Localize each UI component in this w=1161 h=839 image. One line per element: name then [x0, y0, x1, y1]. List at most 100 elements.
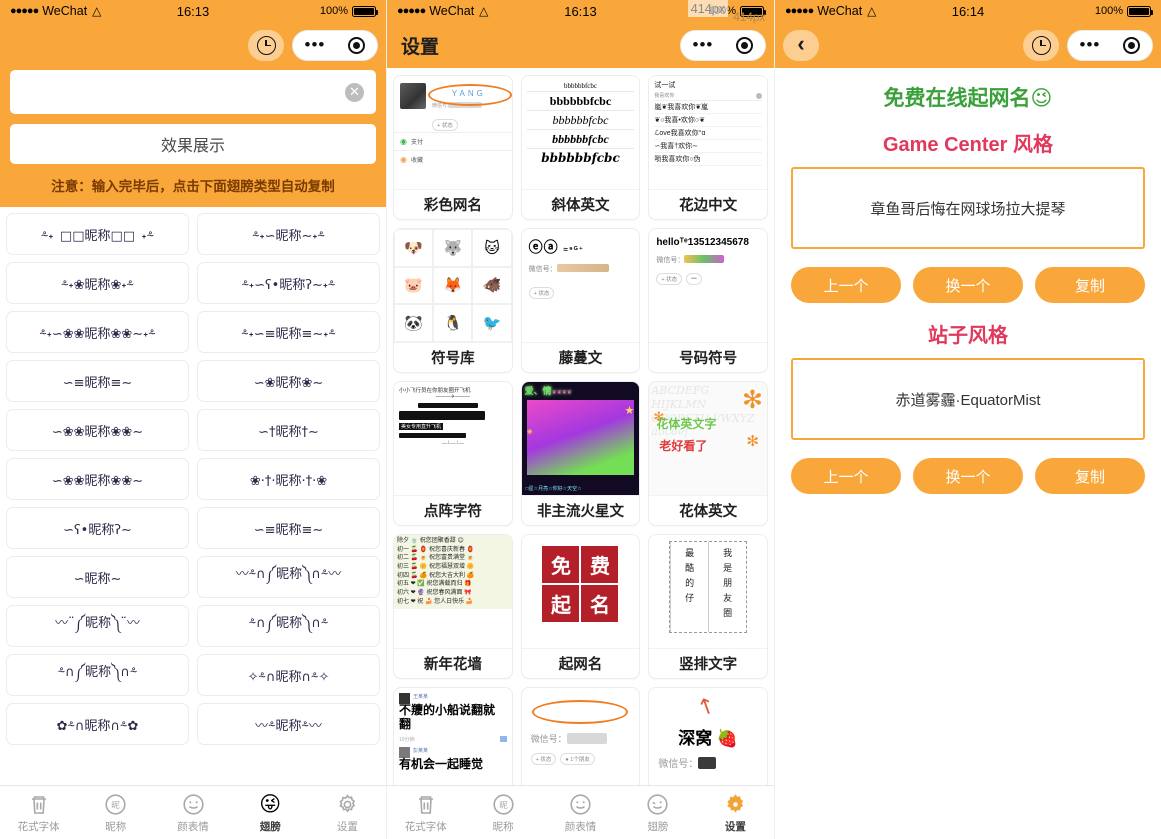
style-section-heading: Game Center 风格 [882, 134, 1054, 156]
style-card[interactable]: 最酷的仔 我是朋友圈竖排文字 [648, 534, 768, 679]
style-card-label: 符号库 [394, 342, 512, 372]
style-card[interactable]: 爱、情❦❦❦❦ ★ ❀ □星☆月亮☆你好☆天空☆ 非主流火星文 [520, 381, 641, 526]
tab-trash[interactable]: 花式字体 [387, 791, 464, 834]
nickname-option[interactable]: ∽≡昵称≡∼ [6, 360, 189, 402]
symbol-cell[interactable]: 🐗 [472, 266, 512, 305]
emoji-grid-thumbnail: 🐶 🐺 🐱 🐷 🦊 🐗 🐼 🐧 🐦 [394, 229, 512, 342]
gear-icon [724, 791, 747, 817]
style-card[interactable]: YANG 微信号: + 状态 ◉ 支付 ◉ 收藏 彩色网名 [393, 75, 513, 220]
tab-nickname[interactable]: 昵昵称 [77, 791, 154, 834]
copy-button[interactable]: 复制 [1035, 267, 1145, 303]
style-card[interactable]: 🐶 🐺 🐱 🐷 🦊 🐗 🐼 🐧 🐦 符号库 [393, 228, 513, 373]
nickname-option[interactable]: ∽†昵称†∼ [197, 409, 380, 451]
symbol-cell[interactable]: 🐱 [472, 229, 512, 267]
battery-percent-label: 100% [319, 5, 348, 17]
previous-button[interactable]: 上一个 [791, 458, 901, 494]
nickname-grid: ⸛˖ □□昵称□□ ˖⸛ ⸛˖∽昵称∼˖⸛ ⸛˖❀昵称❀˖⸛ ⸛˖∽ʕ•昵称ʔ∼˖⸛ ⸛… [6, 213, 380, 745]
wechat-capsule-left[interactable]: ••• [292, 29, 378, 61]
style-card[interactable]: ⓔⓐ ≈⁹ᴳ⁺ 微信号： + 状态 藤蔓文 [520, 228, 641, 373]
generator-body: 免费在线起网名😉 Game Center 风格 章鱼哥后悔在网球场拉大提琴 上一个换… [775, 68, 1161, 494]
nickname-option[interactable]: ∽≡昵称≡∼ [197, 507, 380, 549]
middle-phone-screen: ●●●●● WeChat △ 16:13 414px 100% 414px 设置… [387, 0, 775, 839]
tab-wink[interactable]: 😜 翅膀 [232, 791, 309, 834]
nickname-option[interactable]: 〰⸛昵称⸛〰 [197, 703, 380, 745]
nickname-option[interactable]: ∽ʕ•昵称ʔ∼ [6, 507, 189, 549]
nickname-option[interactable]: ⸛˖∽ʕ•昵称ʔ∼˖⸛ [197, 262, 380, 304]
target-icon[interactable] [348, 36, 366, 54]
symbol-cell[interactable]: 🐼 [394, 304, 434, 342]
tab-smiley[interactable]: 颜表情 [154, 791, 231, 834]
nickname-option[interactable]: ✧⸛∩昵称∩⸛✧ [197, 654, 380, 696]
nickname-option[interactable]: ⸛˖❀昵称❀˖⸛ [6, 262, 189, 304]
nickname-option[interactable]: ⸛∩༼昵称༽∩⸛ [197, 605, 380, 647]
nickname-option[interactable]: ∽❀❀昵称❀❀∼ [6, 409, 189, 451]
status-chip: + 状态 [656, 273, 683, 285]
target-icon[interactable] [1123, 36, 1141, 54]
tab-trash[interactable]: 花式字体 [0, 791, 77, 834]
tab-nickname[interactable]: 昵昵称 [464, 791, 541, 834]
nickname-option[interactable]: ∽❀昵称❀∼ [197, 360, 380, 402]
nickname-option[interactable]: 〰¨༼昵称༽¨〰 [6, 605, 189, 647]
style-card[interactable]: 试一试 我喜欢你 嵐❦我喜欢你❦嵐 ❦○我喜•欢你○❦ ℒove我喜欢你°ɑ ∽我喜†欢你… [648, 75, 768, 220]
wechat-capsule-mid[interactable]: ••• [680, 29, 766, 61]
nickname-option[interactable]: ⸛∩༼昵称༽∩⸛ [6, 654, 189, 696]
symbol-cell[interactable]: 🐧 [433, 304, 473, 342]
flower-english-thumbnail: ABCDEFG HIJKLMN OPQRSTU VWXYZ abcdef 花体英文… [649, 382, 767, 495]
nickname-option[interactable]: 〰⸛∩༼昵称༽∩⸛〰 [197, 556, 380, 598]
nickname-option[interactable]: ∽昵称∼ [6, 556, 189, 598]
nickname-option[interactable]: ⸛˖∽❀❀昵称❀❀∼˖⸛ [6, 311, 189, 353]
status-left-group-mid: ●●●●● WeChat △ [397, 4, 488, 18]
symbol-cell[interactable]: 🐺 [433, 229, 473, 267]
previous-button[interactable]: 上一个 [791, 267, 901, 303]
signal-dots-icon: ●●●●● [785, 5, 814, 17]
nickname-option[interactable]: ❀·†·昵称·†·❀ [197, 458, 380, 500]
generated-name-box: 赤道雾霾·EquatorMist [791, 358, 1145, 440]
preview-button[interactable]: 效果展示 [10, 124, 376, 164]
nickname-option[interactable]: ∽❀❀昵称❀❀∼ [6, 458, 189, 500]
symbol-cell[interactable]: 🐦 [472, 304, 512, 342]
shuffle-button[interactable]: 换一个 [913, 458, 1023, 494]
tab-gear[interactable]: 设置 [697, 791, 774, 834]
tab-wink[interactable]: 翅膀 [619, 791, 696, 834]
status-left-group: ●●●●● WeChat △ [10, 4, 101, 18]
newyear-line: 初四 🍒 🍊 祝您大吉大利 🍊 [397, 572, 475, 579]
symbol-cell[interactable]: 🐶 [394, 229, 434, 267]
lace-line: ❦○我喜•欢你○❦ [654, 114, 762, 127]
symbol-cell[interactable]: 🐷 [394, 266, 434, 305]
target-icon[interactable] [736, 36, 754, 54]
style-card[interactable]: 小小飞行员在你朋友圈开飞机 ———✈——— 美女专用直升飞机 —┴—┴— 点阵字符 [393, 381, 513, 526]
friend-chip: ● 1个朋友 [560, 753, 595, 765]
carrier-label: WeChat [817, 4, 863, 18]
nickname-option[interactable]: ✿⸛∩昵称∩⸛✿ [6, 703, 189, 745]
signal-dots-icon: ●●●●● [397, 5, 426, 17]
more-dots-icon[interactable]: ••• [693, 36, 714, 53]
more-dots-icon[interactable]: ••• [305, 36, 326, 53]
nickname-option[interactable]: ⸛˖∽≡昵称≡∼˖⸛ [197, 311, 380, 353]
nickname-option[interactable]: ⸛˖∽昵称∼˖⸛ [197, 213, 380, 255]
symbol-cell[interactable]: 🦊 [433, 266, 473, 305]
clock-button-left[interactable] [248, 29, 284, 61]
carrier-label: WeChat [429, 4, 475, 18]
more-dots-icon[interactable]: ••• [1080, 36, 1101, 53]
style-card[interactable]: bbbbbbfcbc bbbbbbfcbc bbbbbbfcbc bbbbbbfcbc… [520, 75, 641, 220]
style-card[interactable]: helloᵀᵉ13512345678 微信号： + 状态 ••• 号码符号 [648, 228, 768, 373]
style-card[interactable]: 免费起名起网名 [520, 534, 641, 679]
wechat-capsule-right[interactable]: ••• [1067, 29, 1153, 61]
dot-matrix-preview: 小小飞行员在你朋友圈开飞机 ———✈——— 美女专用直升飞机 —┴—┴— [394, 382, 512, 451]
clear-icon[interactable]: ✕ [345, 82, 364, 102]
shuffle-button[interactable]: 换一个 [913, 267, 1023, 303]
tab-gear[interactable]: 设置 [309, 791, 386, 834]
nickname-input-wrapper[interactable]: ✕ [10, 70, 376, 114]
tab-smiley[interactable]: 颜表情 [542, 791, 619, 834]
nickname-option[interactable]: ⸛˖ □□昵称□□ ˖⸛ [6, 213, 189, 255]
lace-sample-list: 试一试 我喜欢你 嵐❦我喜欢你❦嵐 ❦○我喜•欢你○❦ ℒove我喜欢你°ɑ ∽我喜†欢你… [649, 76, 767, 170]
style-card[interactable]: 除夕 🍵 祝您团聚香甜 😊 初一 🍒 🏮 祝您喜庆新春 🏮 初二 🍒 🍺 祝您富贵满… [393, 534, 513, 679]
generator-title: 免费在线起网名😉 [883, 87, 1053, 110]
vertical-column: 最酷的仔 [670, 542, 708, 632]
nav-bar-right: ‹ ••• [775, 22, 1161, 68]
style-card[interactable]: ABCDEFG HIJKLMN OPQRSTU VWXYZ abcdef 花体英文… [648, 381, 768, 526]
tab-label: 翅膀 [647, 821, 669, 833]
back-button[interactable]: ‹ [783, 29, 819, 61]
clock-button-right[interactable] [1023, 29, 1059, 61]
copy-button[interactable]: 复制 [1035, 458, 1145, 494]
